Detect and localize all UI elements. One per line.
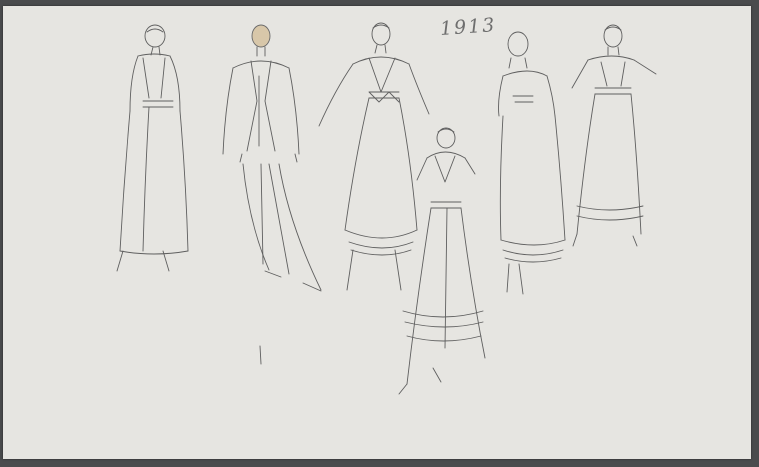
figure-2 [222, 24, 322, 292]
figure-6 [571, 24, 657, 247]
sketch-paper: 1913 [3, 6, 751, 459]
figure-1 [116, 24, 189, 272]
figure-5 [498, 31, 566, 295]
figure-4 [398, 127, 486, 395]
pencil-sketch [116, 22, 657, 395]
stray-mark [259, 345, 262, 365]
date-annotation: 1913 [439, 14, 498, 40]
figure-3 [318, 22, 430, 291]
